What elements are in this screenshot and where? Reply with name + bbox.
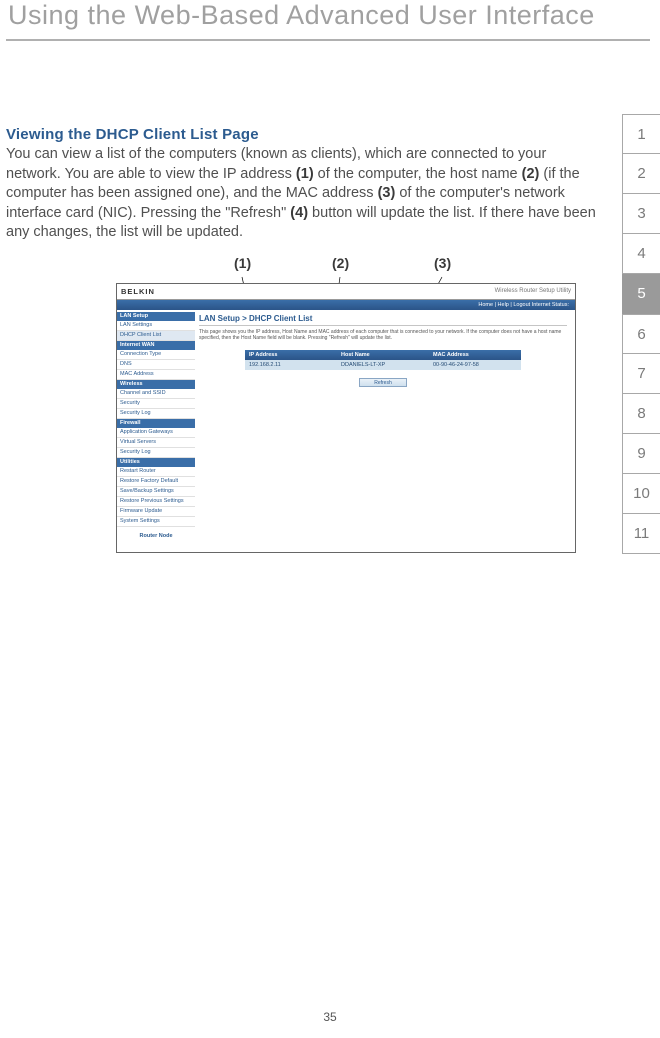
sidebar-item-save-backup[interactable]: Save/Backup Settings xyxy=(117,487,195,497)
callout-3: (3) xyxy=(434,255,451,271)
router-ui-navbar: Home | Help | Logout Internet Status: xyxy=(117,300,575,310)
sidebar-router-node: Router Node xyxy=(117,527,195,545)
dhcp-client-table: IP Address Host Name MAC Address 192.168… xyxy=(245,350,521,387)
section-tab-2[interactable]: 2 xyxy=(622,154,660,194)
sidebar-item-app-gateways[interactable]: Application Gateways xyxy=(117,428,195,438)
sidebar-head-lan: LAN Setup xyxy=(117,312,195,321)
sidebar-item-system-settings[interactable]: System Settings xyxy=(117,517,195,527)
sidebar-item-security-log2[interactable]: Security Log xyxy=(117,448,195,458)
sidebar-item-virtual-servers[interactable]: Virtual Servers xyxy=(117,438,195,448)
sidebar-item-dns[interactable]: DNS xyxy=(117,360,195,370)
ref-2: (2) xyxy=(522,166,540,182)
section-subhead: Viewing the DHCP Client List Page xyxy=(6,126,600,143)
sidebar-item-security-log[interactable]: Security Log xyxy=(117,409,195,419)
sidebar-head-wan: Internet WAN xyxy=(117,341,195,350)
sidebar-item-lan-settings[interactable]: LAN Settings xyxy=(117,321,195,331)
router-ui-navbar-links[interactable]: Home | Help | Logout Internet Status: xyxy=(478,302,569,308)
sidebar-head-utilities: Utilities xyxy=(117,458,195,467)
cell-mac: 00-90-46-24-97-58 xyxy=(429,360,521,370)
body-text: of the computer, the host name xyxy=(314,166,522,182)
sidebar-item-channel-ssid[interactable]: Channel and SSID xyxy=(117,389,195,399)
sidebar-head-wireless: Wireless xyxy=(117,380,195,389)
router-ui-topbar: BELKIN Wireless Router Setup Utility xyxy=(117,284,575,300)
router-ui-subtitle: Wireless Router Setup Utility xyxy=(495,288,571,294)
section-tab-7[interactable]: 7 xyxy=(622,354,660,394)
col-mac-address: MAC Address xyxy=(429,350,521,360)
col-host-name: Host Name xyxy=(337,350,429,360)
section-tab-1[interactable]: 1 xyxy=(622,114,660,154)
section-tab-4[interactable]: 4 xyxy=(622,234,660,274)
section-tab-10[interactable]: 10 xyxy=(622,474,660,514)
table-row: 192.168.2.11 DDANIELS-LT-XP 00-90-46-24-… xyxy=(245,360,521,370)
section-tab-9[interactable]: 9 xyxy=(622,434,660,474)
sidebar-item-security[interactable]: Security xyxy=(117,399,195,409)
router-ui-main-desc: This page shows you the IP address, Host… xyxy=(199,329,567,342)
callout-1: (1) xyxy=(234,255,251,271)
sidebar-item-restart-router[interactable]: Restart Router xyxy=(117,467,195,477)
sidebar-item-restore-prev[interactable]: Restore Previous Settings xyxy=(117,497,195,507)
router-ui-screenshot: BELKIN Wireless Router Setup Utility Hom… xyxy=(116,283,576,553)
page-number: 35 xyxy=(0,1010,660,1024)
router-ui-sidebar: LAN Setup LAN Settings DHCP Client List … xyxy=(117,310,195,552)
belkin-logo: BELKIN xyxy=(121,287,155,296)
col-ip-address: IP Address xyxy=(245,350,337,360)
cell-host: DDANIELS-LT-XP xyxy=(337,360,429,370)
ref-1: (1) xyxy=(296,166,314,182)
callout-2: (2) xyxy=(332,255,349,271)
section-tab-5[interactable]: 5 xyxy=(622,274,660,314)
section-tab-8[interactable]: 8 xyxy=(622,394,660,434)
sidebar-head-firewall: Firewall xyxy=(117,419,195,428)
page-title: Using the Web-Based Advanced User Interf… xyxy=(6,0,650,41)
sidebar-item-firmware-update[interactable]: Firmware Update xyxy=(117,507,195,517)
refresh-button[interactable]: Refresh xyxy=(359,378,407,387)
ref-4: (4) xyxy=(290,205,308,221)
ref-3: (3) xyxy=(378,185,396,201)
section-tabs: 1 2 3 4 5 6 7 8 9 10 11 xyxy=(622,114,660,554)
figure: (1) (2) (3) (4) BELKIN Wireless Router S… xyxy=(116,283,576,553)
sidebar-item-connection-type[interactable]: Connection Type xyxy=(117,350,195,360)
router-ui-main: LAN Setup > DHCP Client List This page s… xyxy=(195,310,575,552)
table-header-row: IP Address Host Name MAC Address xyxy=(245,350,521,360)
router-ui-main-title: LAN Setup > DHCP Client List xyxy=(199,314,567,326)
sidebar-item-mac-address[interactable]: MAC Address xyxy=(117,370,195,380)
body-paragraph: You can view a list of the computers (kn… xyxy=(6,145,600,243)
sidebar-item-restore-default[interactable]: Restore Factory Default xyxy=(117,477,195,487)
section-tab-3[interactable]: 3 xyxy=(622,194,660,234)
cell-ip: 192.168.2.11 xyxy=(245,360,337,370)
section-tab-6[interactable]: 6 xyxy=(622,314,660,354)
sidebar-item-dhcp-client-list[interactable]: DHCP Client List xyxy=(117,331,195,341)
section-tab-11[interactable]: 11 xyxy=(622,514,660,554)
